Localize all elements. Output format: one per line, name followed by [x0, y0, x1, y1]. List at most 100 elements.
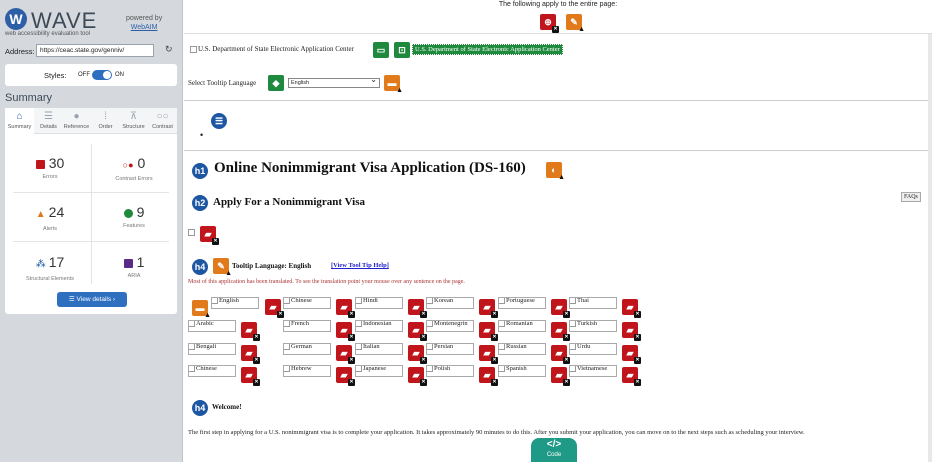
alert-icon[interactable]: ✎ ▲ [213, 258, 232, 277]
alerts-label: Alerts [42, 226, 58, 232]
order-icon: ⁞ [104, 111, 107, 122]
view-tooltip-help-link[interactable]: [View Tool Tip Help] [331, 262, 389, 269]
error-icon[interactable]: ▰ ✕ [479, 322, 498, 341]
h4-badge[interactable]: h4 [192, 259, 208, 275]
error-icon[interactable]: ▰ ✕ [408, 345, 427, 364]
h2-badge[interactable]: h2 [192, 195, 208, 211]
stat-aria: 1 ARIA [93, 253, 175, 279]
error-icon[interactable]: ▰ ✕ [622, 322, 641, 341]
tab-label: Details [40, 124, 57, 130]
contrast-label: Contrast Errors [115, 176, 153, 182]
stat-contrast: ○● 0 Contrast Errors [93, 154, 175, 182]
list-icon: ☰ [44, 111, 53, 122]
alert-icon[interactable]: ◐ ▲ [546, 162, 565, 181]
error-icon[interactable]: ▰ ✕ [622, 299, 641, 318]
error-icon[interactable]: ▰ ✕ [551, 299, 570, 318]
error-icon[interactable]: ▰ ✕ [241, 345, 260, 364]
error-icon[interactable]: ▰ ✕ [622, 367, 641, 386]
webaim-link[interactable]: WebAIM [126, 23, 162, 32]
address-label: Address: [5, 47, 35, 56]
error-icon[interactable]: ▰ ✕ [479, 299, 498, 318]
h1-badge[interactable]: h1 [192, 163, 208, 179]
image-frame [569, 297, 617, 309]
tab-reference[interactable]: ● Reference [62, 108, 91, 134]
error-icon[interactable]: ▰ ✕ [336, 322, 355, 341]
error-icon[interactable]: ▰ ✕ [479, 345, 498, 364]
scrollbar[interactable] [928, 34, 932, 462]
image-frame [283, 365, 331, 377]
image-frame [426, 297, 474, 309]
styles-on-label: ON [115, 72, 124, 78]
tab-order[interactable]: ⁞ Order [91, 108, 120, 134]
error-icon[interactable]: ▰ ✕ [408, 299, 427, 318]
alert-icon[interactable]: ✎ ▲ [566, 14, 585, 33]
aria-icon [123, 258, 133, 268]
refresh-icon[interactable]: ↻ [165, 44, 173, 55]
image-frame [498, 320, 546, 332]
styles-toggle[interactable] [92, 70, 112, 80]
tab-structure[interactable]: ⊼ Structure [119, 108, 148, 134]
missing-alt-error-icon[interactable]: ▰ ✕ [200, 226, 219, 245]
error-icon[interactable]: ▰ ✕ [336, 367, 355, 386]
aria-count: 1 [136, 254, 145, 270]
view-details-button[interactable]: ☰ View details › [57, 292, 127, 307]
divider [184, 100, 932, 101]
styles-label: Styles: [44, 71, 67, 80]
tab-summary[interactable]: ⌂ Summary [5, 108, 34, 134]
dos-link-highlight[interactable]: U.S. Department of State Electronic Appl… [412, 44, 563, 55]
error-icon[interactable]: ▰ ✕ [241, 367, 260, 386]
alert-icon[interactable]: ▬ ▲ [192, 300, 211, 319]
error-icon[interactable]: ▰ ✕ [408, 367, 427, 386]
error-icon [35, 159, 45, 169]
image-frame [569, 343, 617, 355]
panel-tabs: ⌂ Summary ☰ Details ● Reference ⁞ Order … [5, 108, 177, 134]
image-frame [211, 297, 259, 309]
image-frame [426, 365, 474, 377]
code-button[interactable]: </> Code [531, 438, 577, 462]
error-icon[interactable]: ▰ ✕ [551, 345, 570, 364]
error-icon[interactable]: ▰ ✕ [551, 322, 570, 341]
error-icon[interactable]: ▰ ✕ [336, 299, 355, 318]
error-icon[interactable]: ▰ ✕ [336, 345, 355, 364]
address-input[interactable]: https://ceac.state.gov/genniv/ [36, 44, 154, 57]
tooltip-language-heading: Tooltip Language: English [232, 262, 312, 270]
tab-contrast[interactable]: ○○ Contrast [148, 108, 177, 134]
alerts-count: 24 [48, 204, 65, 220]
info-icon: ● [73, 111, 80, 122]
error-icon[interactable]: ▰ ✕ [479, 367, 498, 386]
error-icon[interactable]: ▰ ✕ [265, 299, 284, 318]
structural-label: Structural Elements [26, 276, 74, 282]
image-frame [283, 297, 331, 309]
styles-toggle-box: Styles: OFF ON [5, 64, 177, 86]
language-error-icon[interactable]: ⊕ ✕ [540, 14, 559, 33]
image-frame [569, 320, 617, 332]
tab-label: Contrast [152, 124, 173, 130]
tooltip-language-select[interactable]: English [288, 76, 380, 88]
image-frame [355, 343, 403, 355]
tab-label: Structure [122, 124, 145, 130]
label-icon[interactable]: ◆ [268, 75, 284, 91]
dos-image-link[interactable]: U.S. Department of State Electronic Appl… [190, 45, 354, 53]
image-frame [426, 343, 474, 355]
error-icon[interactable]: ▰ ✕ [622, 345, 641, 364]
image-frame [355, 297, 403, 309]
select-alert-icon[interactable]: ▬ ▲ [384, 75, 403, 94]
feature-icon[interactable]: ▭ [373, 42, 389, 58]
error-icon[interactable]: ▰ ✕ [408, 322, 427, 341]
image-frame [569, 365, 617, 377]
image-frame [498, 365, 546, 377]
image-frame [188, 365, 236, 377]
error-icon[interactable]: ▰ ✕ [551, 367, 570, 386]
linked-image-icon[interactable]: ⊡ [394, 42, 410, 58]
stat-structural: ⁂ 17 Structural Elements [9, 253, 91, 282]
structural-count: 17 [48, 254, 65, 270]
tab-details[interactable]: ☰ Details [34, 108, 63, 134]
page-heading-h2: Apply For a Nonimmigrant Visa [213, 196, 365, 208]
contrast-icon: ○○ [156, 111, 169, 122]
view-details-label: View details › [76, 296, 116, 303]
styles-off-label: OFF [78, 72, 90, 78]
list-structure-icon[interactable]: ☰ [211, 113, 227, 129]
h4-badge[interactable]: h4 [192, 400, 208, 416]
error-icon[interactable]: ▰ ✕ [241, 322, 260, 341]
faqs-button[interactable]: FAQs [901, 192, 921, 202]
